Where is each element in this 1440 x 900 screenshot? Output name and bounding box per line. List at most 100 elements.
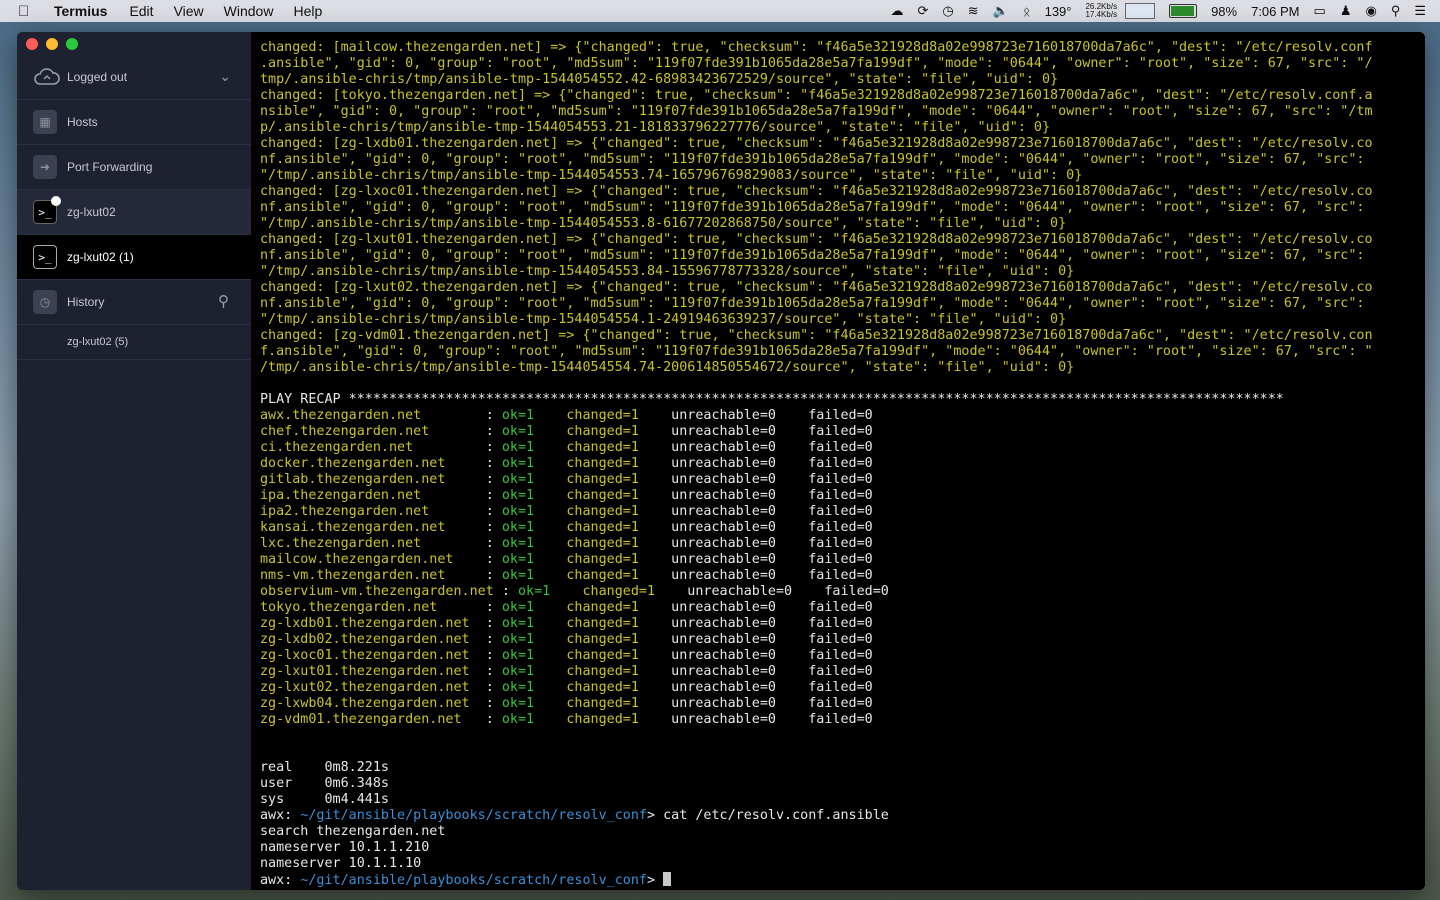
recap-changed: changed=1 [566, 600, 639, 615]
recap-separator [776, 536, 808, 551]
zoom-button[interactable] [66, 38, 78, 50]
close-button[interactable] [26, 38, 38, 50]
chevron-down-icon[interactable]: ⌄ [219, 68, 231, 85]
recap-ok: ok=1 [501, 504, 535, 519]
changed-line: changed: [zg-lxut01.thezengarden.net] =>… [260, 232, 1373, 247]
recap-row: ipa.thezengarden.net : ok=1 changed=1 un… [260, 488, 1425, 504]
sidebar-item-label: zg-lxut02 [67, 205, 116, 219]
notification-center-icon[interactable]: ☰ [1414, 3, 1426, 19]
battery-percent[interactable]: 98% [1211, 4, 1237, 19]
sidebar-item-session-zg-lxut02-1[interactable]: >_ zg-lxut02 (1) [17, 235, 251, 280]
spotlight-icon[interactable]: ⚲ [1391, 3, 1401, 19]
recap-row: zg-lxdb01.thezengarden.net : ok=1 change… [260, 616, 1425, 632]
prompt-line-current[interactable]: awx: ~/git/ansible/playbooks/scratch/res… [260, 872, 1425, 889]
menu-window[interactable]: Window [224, 3, 274, 19]
recap-separator [639, 552, 671, 567]
recap-separator: : [477, 712, 502, 727]
recap-host: zg-lxoc01.thezengarden.net [260, 648, 478, 663]
history-icon: ◷ [33, 290, 57, 314]
recap-separator [639, 568, 671, 583]
history-item[interactable]: zg-lxut02 (5) [17, 324, 251, 360]
recap-separator [534, 712, 566, 727]
changed-line: f.ansible", "gid": 0, "group": "root", "… [260, 344, 1373, 359]
changed-line: /tmp/.ansible-chris/tmp/ansible-tmp-1544… [260, 360, 1075, 375]
time-machine-icon[interactable]: ◷ [942, 3, 953, 19]
sidebar-item-session-zg-lxut02[interactable]: >_ zg-lxut02 [17, 190, 251, 235]
changed-line: nf.ansible", "gid": 0, "group": "root", … [260, 248, 1365, 263]
battery-icon[interactable] [1169, 4, 1198, 18]
recap-unreachable: unreachable=0 [671, 424, 776, 439]
recap-separator [639, 488, 671, 503]
cloud-icon [34, 67, 60, 85]
sidebar-item-port-forwarding[interactable]: ➜ Port Forwarding [17, 145, 251, 190]
recap-ok: ok=1 [501, 536, 535, 551]
recap-failed: failed=0 [808, 472, 873, 487]
recap-separator [776, 520, 808, 535]
cpu-graph-icon[interactable] [1125, 3, 1156, 19]
wifi-icon[interactable]: ≋ [968, 3, 979, 19]
recap-host: zg-lxut02.thezengarden.net [260, 680, 478, 695]
recap-ok: ok=1 [501, 424, 535, 439]
recap-ok: ok=1 [501, 632, 535, 647]
changed-line: "/tmp/.ansible-chris/tmp/ansible-tmp-154… [260, 216, 1067, 231]
recap-changed: changed=1 [566, 472, 639, 487]
output-line: nameserver 10.1.1.210 [260, 840, 430, 855]
search-icon[interactable]: ⚲ [218, 292, 229, 310]
recap-ok: ok=1 [501, 488, 535, 503]
recap-ok: ok=1 [517, 584, 551, 599]
menu-edit[interactable]: Edit [129, 3, 153, 19]
sync-icon[interactable]: ⟳ [917, 3, 928, 19]
recap-failed: failed=0 [808, 632, 873, 647]
minimize-button[interactable] [46, 38, 58, 50]
sidebar-item-hosts[interactable]: ▦ Hosts [17, 100, 251, 145]
account-switcher[interactable]: Logged out ⌄ [17, 54, 251, 100]
recap-unreachable: unreachable=0 [671, 520, 776, 535]
recap-row: tokyo.thezengarden.net : ok=1 changed=1 … [260, 600, 1425, 616]
menu-app-name[interactable]: Termius [54, 3, 107, 19]
menu-help[interactable]: Help [293, 3, 322, 19]
airplay-icon[interactable]: ▭ [1314, 3, 1326, 19]
temperature-readout[interactable]: 139° [1045, 4, 1072, 19]
recap-row: mailcow.thezengarden.net : ok=1 changed=… [260, 552, 1425, 568]
recap-changed: changed=1 [566, 616, 639, 631]
recap-separator [655, 584, 687, 599]
apple-icon[interactable]:  [18, 3, 38, 20]
recap-host: ipa2.thezengarden.net [260, 504, 478, 519]
network-speed[interactable]: 26.2Kb/s 17.4Kb/s [1085, 3, 1117, 19]
recap-changed: changed=1 [566, 408, 639, 423]
recap-row: docker.thezengarden.net : ok=1 changed=1… [260, 456, 1425, 472]
recap-host: kansai.thezengarden.net [260, 520, 478, 535]
recap-separator [534, 680, 566, 695]
recap-ok: ok=1 [501, 520, 535, 535]
recap-row: nms-vm.thezengarden.net : ok=1 changed=1… [260, 568, 1425, 584]
recap-host: gitlab.thezengarden.net [260, 472, 478, 487]
cloud-status-icon[interactable]: ☁ [890, 3, 903, 19]
recap-separator [776, 616, 808, 631]
recap-separator [534, 536, 566, 551]
recap-row: gitlab.thezengarden.net : ok=1 changed=1… [260, 472, 1425, 488]
recap-separator: : [477, 520, 502, 535]
menu-view[interactable]: View [174, 3, 204, 19]
user-icon[interactable]: ♟ [1340, 3, 1352, 19]
clock[interactable]: 7:06 PM [1251, 4, 1299, 19]
recap-row: observium-vm.thezengarden.net : ok=1 cha… [260, 584, 1425, 600]
recap-changed: changed=1 [566, 712, 639, 727]
recap-separator: : [477, 472, 502, 487]
siri-icon[interactable]: ◉ [1365, 3, 1376, 19]
window-controls [26, 38, 86, 50]
output-line: nameserver 10.1.1.10 [260, 856, 422, 871]
volume-icon[interactable]: 🔈 [993, 3, 1009, 19]
recap-changed: changed=1 [566, 456, 639, 471]
changed-line: changed: [mailcow.thezengarden.net] => {… [260, 40, 1373, 55]
recap-changed: changed=1 [566, 488, 639, 503]
sidebar-item-history[interactable]: ◷ History ⚲ [17, 280, 251, 325]
recap-unreachable: unreachable=0 [671, 408, 776, 423]
recap-separator [639, 520, 671, 535]
recap-unreachable: unreachable=0 [671, 440, 776, 455]
bluetooth-icon[interactable]: ᛟ [1023, 4, 1031, 19]
recap-failed: failed=0 [808, 424, 873, 439]
recap-separator [776, 488, 808, 503]
recap-ok: ok=1 [501, 456, 535, 471]
terminal-output[interactable]: changed: [mailcow.thezengarden.net] => {… [251, 32, 1425, 890]
recap-failed: failed=0 [808, 488, 873, 503]
